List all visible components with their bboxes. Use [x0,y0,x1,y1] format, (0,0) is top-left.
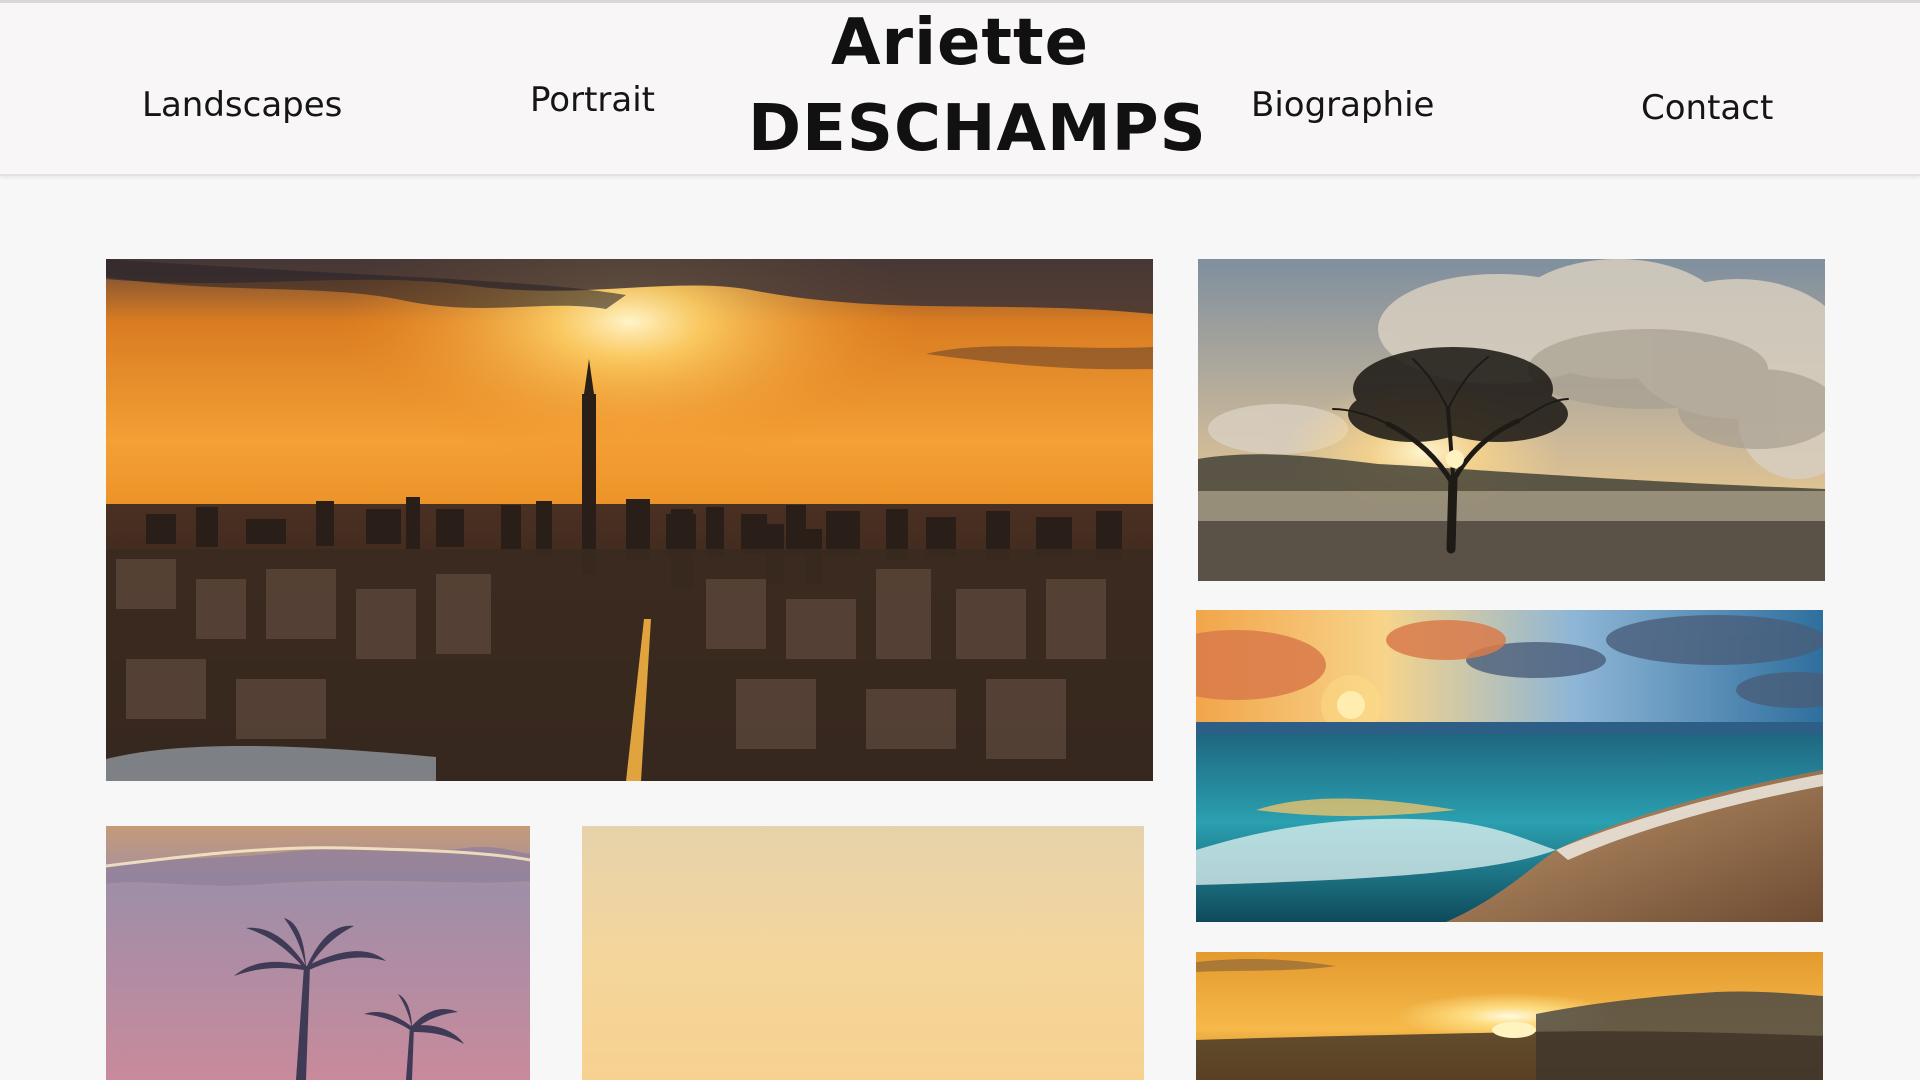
brand-first-name: Ariette [830,6,1090,80]
nav-portrait-link[interactable]: Portrait [530,80,655,120]
nav-contact-link[interactable]: Contact [1641,88,1773,128]
sunset-horizon-photo[interactable] [1196,952,1823,1080]
brand-last-name: DESCHAMPS [748,92,1207,166]
beach-waves-photo[interactable] [1196,610,1823,922]
tree-sunrise-photo[interactable] [1198,259,1825,581]
site-logo[interactable]: Ariette DESCHAMPS [748,6,1207,166]
nav-landscapes-link[interactable]: Landscapes [142,85,342,125]
portfolio-page: Landscapes Portrait Ariette DESCHAMPS Bi… [0,0,1920,1080]
nav-biographie-link[interactable]: Biographie [1251,85,1434,125]
site-header: Landscapes Portrait Ariette DESCHAMPS Bi… [0,0,1920,176]
city-sunset-photo[interactable] [106,259,1153,781]
palm-dusk-photo[interactable] [106,826,530,1080]
golden-sky-photo[interactable] [582,826,1144,1080]
